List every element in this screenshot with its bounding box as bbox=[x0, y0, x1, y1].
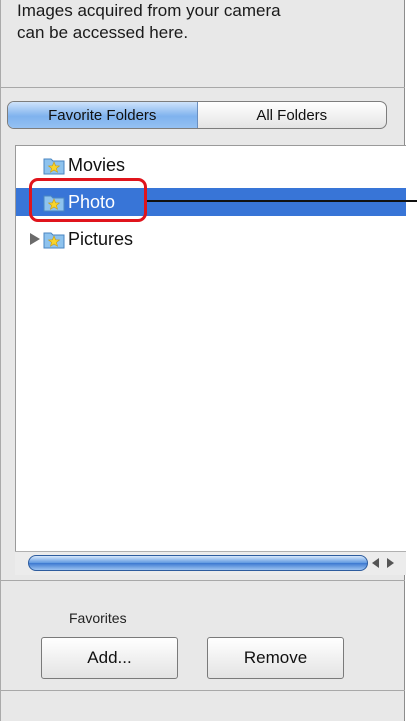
favorites-label: Favorites bbox=[69, 610, 127, 626]
divider bbox=[1, 87, 405, 88]
scroll-thumb[interactable] bbox=[28, 555, 368, 571]
star-folder-icon bbox=[43, 232, 65, 249]
scroll-right-arrow-icon[interactable] bbox=[387, 558, 394, 568]
folder-view-switch: Favorite Folders All Folders bbox=[7, 101, 387, 129]
folder-row-pictures[interactable]: Pictures bbox=[16, 225, 406, 253]
callout-leader-line bbox=[147, 200, 405, 202]
hint-line-1: Images acquired from your camera bbox=[17, 1, 281, 20]
camera-hint-text: Images acquired from your camera can be … bbox=[17, 0, 397, 44]
add-favorite-button[interactable]: Add... bbox=[41, 637, 178, 679]
tab-all-folders[interactable]: All Folders bbox=[198, 102, 387, 128]
divider bbox=[1, 580, 405, 581]
folder-row-movies[interactable]: Movies bbox=[16, 151, 406, 179]
folder-label: Pictures bbox=[68, 229, 134, 249]
remove-favorite-button[interactable]: Remove bbox=[207, 637, 344, 679]
hint-line-2: can be accessed here. bbox=[17, 23, 189, 42]
scroll-left-arrow-icon[interactable] bbox=[372, 558, 379, 568]
divider bbox=[1, 690, 405, 691]
selected-folder-callout-box bbox=[29, 178, 147, 222]
disclosure-triangle-icon[interactable] bbox=[30, 233, 40, 245]
callout-leader-line bbox=[405, 200, 417, 202]
tab-favorite-folders[interactable]: Favorite Folders bbox=[8, 102, 198, 128]
folder-label: Movies bbox=[68, 155, 126, 175]
folder-panel: Images acquired from your camera can be … bbox=[0, 0, 406, 721]
horizontal-scrollbar[interactable] bbox=[15, 551, 406, 575]
star-folder-icon bbox=[43, 158, 65, 175]
